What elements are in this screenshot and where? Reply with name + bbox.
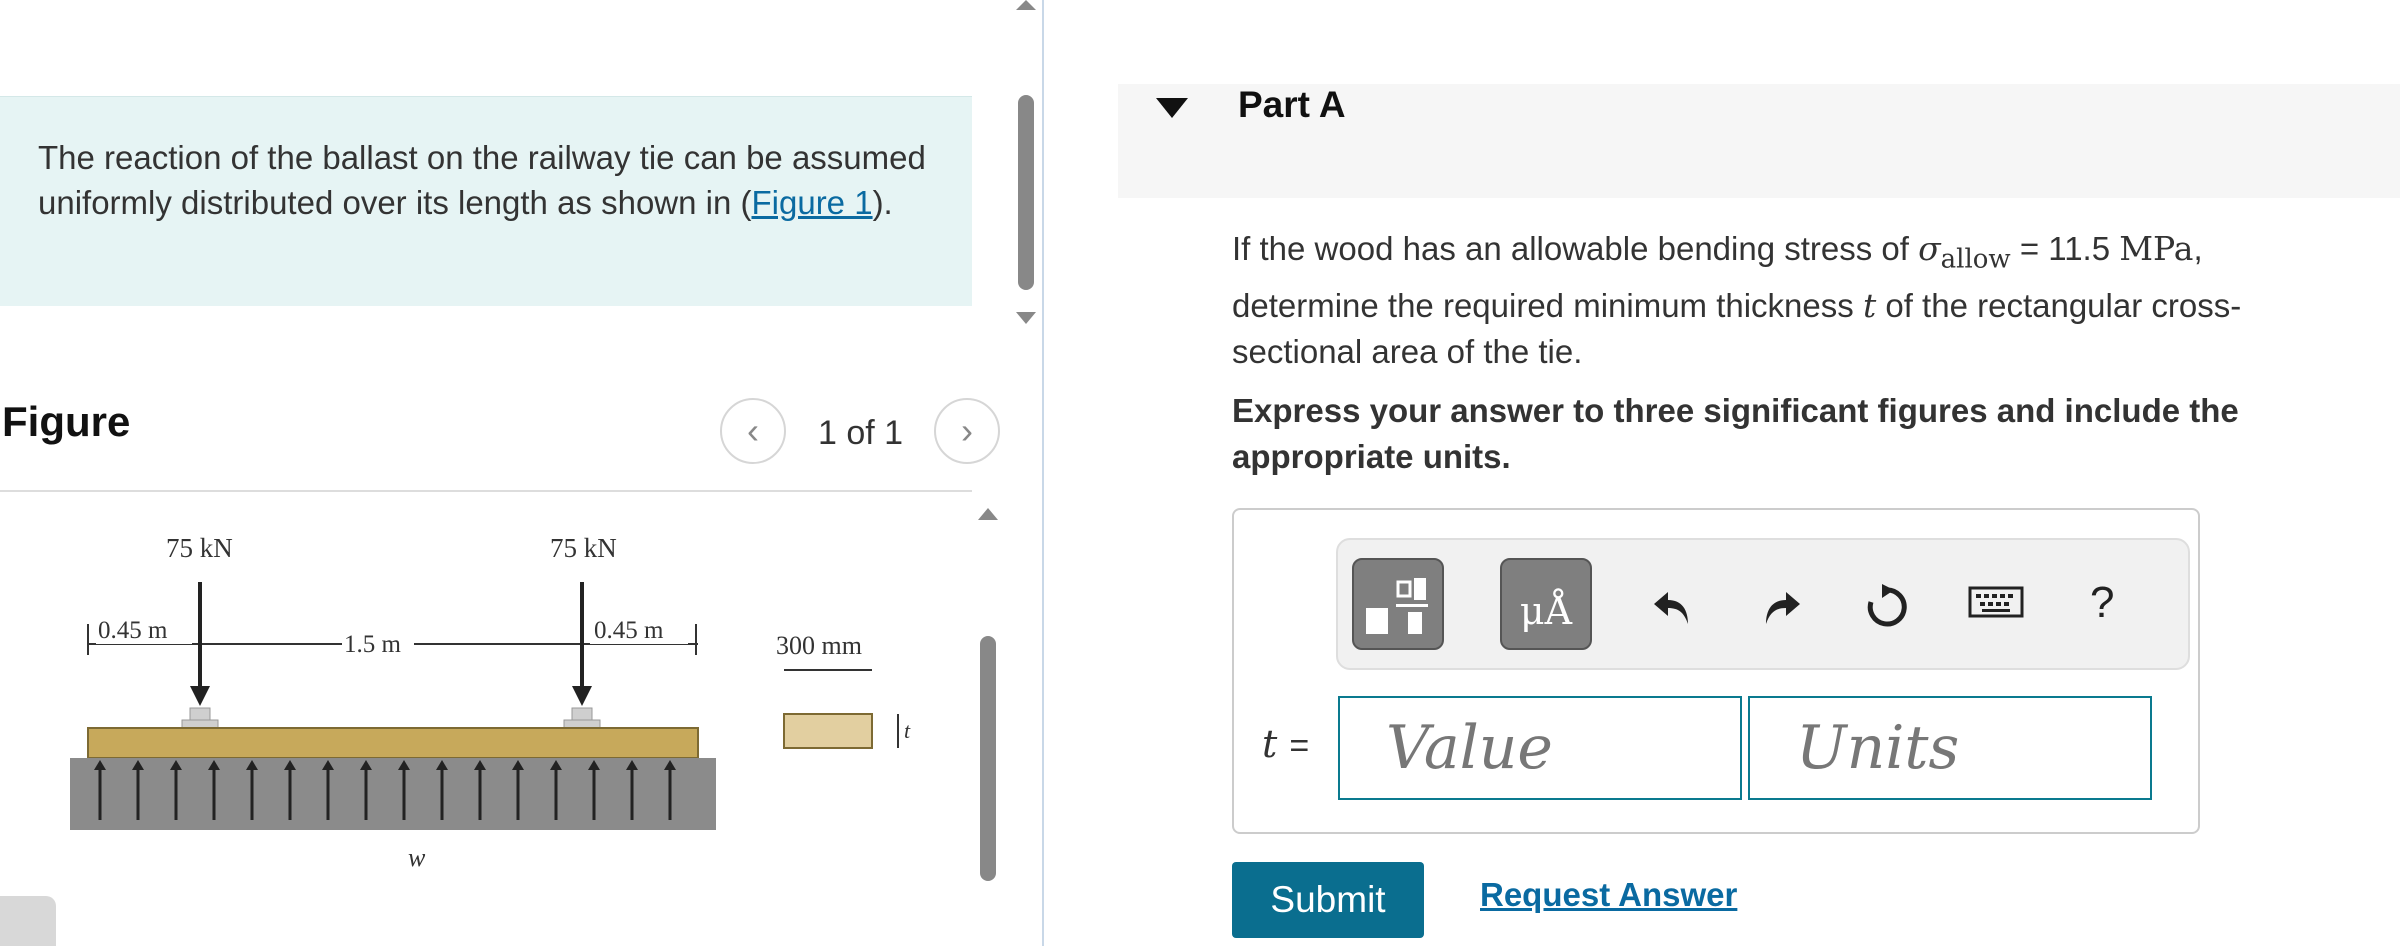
redo-icon[interactable]	[1756, 582, 1806, 632]
rail-base-right	[563, 719, 601, 729]
rail-left	[189, 707, 211, 721]
chevron-right-icon: ›	[961, 410, 973, 451]
cross-section	[783, 713, 873, 749]
answer-variable-label: t =	[1262, 722, 1309, 766]
left-scrollbar[interactable]	[1018, 95, 1034, 290]
submit-button[interactable]: Submit	[1232, 862, 1424, 938]
scroll-up-arrow[interactable]	[1016, 0, 1036, 10]
figure-scroll-up-arrow[interactable]	[978, 508, 998, 520]
equals-sign: =	[1289, 727, 1310, 765]
help-icon[interactable]: ?	[2090, 578, 2114, 628]
thickness-label: t	[904, 718, 911, 743]
caret-down-icon[interactable]	[1156, 98, 1188, 118]
ballast	[70, 758, 716, 830]
rail-base-left	[181, 719, 219, 729]
answer-variable: t	[1262, 722, 1278, 766]
request-answer-link[interactable]: Request Answer	[1480, 876, 1737, 914]
undo-icon[interactable]	[1648, 582, 1698, 632]
question-eq: = 11.5	[2010, 230, 2120, 267]
pencil-icon[interactable]	[0, 896, 56, 946]
question-text: If the wood has an allowable bending str…	[1232, 226, 2352, 375]
templates-icon[interactable]	[1352, 558, 1444, 650]
arrowhead	[572, 686, 592, 706]
scroll-down-arrow[interactable]	[1016, 312, 1036, 324]
figure-divider	[0, 490, 972, 492]
instructions: Express your answer to three significant…	[1232, 392, 2239, 475]
chevron-left-icon: ‹	[747, 410, 759, 451]
reset-icon[interactable]	[1862, 582, 1912, 632]
sigma-symbol: σ	[1918, 229, 1941, 268]
railway-tie	[87, 727, 699, 759]
figure-title: Figure	[2, 398, 131, 445]
part-title[interactable]: Part A	[1238, 84, 1346, 126]
figure-1-link[interactable]: Figure 1	[752, 184, 873, 221]
stress-unit: MPa	[2119, 229, 2194, 268]
figure-next-button[interactable]: ›	[934, 398, 1000, 464]
distributed-load-label: w	[408, 843, 426, 872]
intro-box: The reaction of the ballast on the railw…	[0, 96, 972, 306]
keyboard-icon[interactable]	[1968, 582, 2024, 622]
units-input[interactable]: Units	[1748, 696, 2152, 800]
left-pane: The reaction of the ballast on the railw…	[0, 0, 1036, 946]
units-label: μÅ	[1519, 589, 1573, 633]
dim-right-label: 0.45 m	[594, 617, 664, 644]
value-input[interactable]: Value	[1338, 696, 1742, 800]
thickness-variable: t	[1862, 285, 1877, 325]
math-toolbar: μÅ ?	[1336, 538, 2190, 670]
intro-text-after: ).	[872, 184, 893, 221]
dim-middle-label: 1.5 m	[344, 631, 402, 658]
load-left-label: 75 kN	[166, 533, 233, 563]
pane-divider[interactable]	[1042, 0, 1044, 946]
figure-prev-button[interactable]: ‹	[720, 398, 786, 464]
rail-right	[571, 707, 593, 721]
question-pre: If the wood has an allowable bending str…	[1232, 230, 1919, 267]
arrowhead	[190, 686, 210, 706]
dim-left-label: 0.45 m	[98, 617, 168, 644]
templates-glyph	[1366, 578, 1428, 634]
railway-tie-figure: 75 kN 75 kN 0.45 m 1.5 m 0.45 m w 300 mm…	[70, 533, 911, 872]
width-label: 300 mm	[776, 631, 862, 660]
units-icon[interactable]: μÅ	[1500, 558, 1592, 650]
load-right-label: 75 kN	[550, 533, 617, 563]
figure-counter: 1 of 1	[818, 414, 904, 452]
sigma-subscript: allow	[1940, 244, 2011, 275]
figure-scrollbar[interactable]	[980, 636, 996, 881]
